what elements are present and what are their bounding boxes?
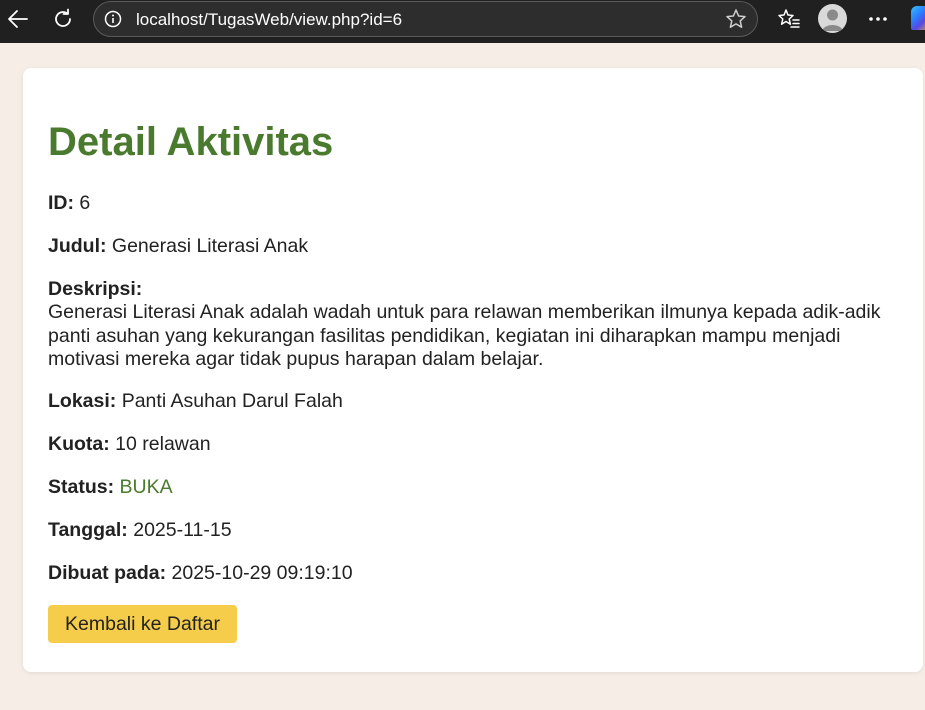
status-badge: BUKA xyxy=(119,476,173,498)
field-lokasi: Lokasi: Panti Asuhan Darul Falah xyxy=(48,390,888,413)
field-judul-label: Judul: xyxy=(48,235,107,257)
reload-icon[interactable] xyxy=(48,4,78,34)
more-icon[interactable] xyxy=(863,4,893,34)
page-title: Detail Aktivitas xyxy=(48,120,334,164)
field-dibuat-value: 2025-10-29 09:19:10 xyxy=(171,562,353,584)
field-kuota-label: Kuota: xyxy=(48,433,110,455)
field-status-label: Status: xyxy=(48,476,115,498)
field-id-value: 6 xyxy=(79,192,91,214)
field-tanggal: Tanggal: 2025-11-15 xyxy=(48,519,888,542)
field-lokasi-value: Panti Asuhan Darul Falah xyxy=(121,390,343,412)
detail-card: Detail Aktivitas ID: 6 Judul: Generasi L… xyxy=(23,68,923,672)
field-deskripsi-value: Generasi Literasi Anak adalah wadah untu… xyxy=(48,301,881,370)
info-icon[interactable] xyxy=(104,10,122,28)
field-deskripsi-label: Deskripsi: xyxy=(48,278,143,300)
field-deskripsi: Deskripsi: Generasi Literasi Anak adalah… xyxy=(48,278,888,372)
field-tanggal-value: 2025-11-15 xyxy=(133,519,232,541)
field-judul-value: Generasi Literasi Anak xyxy=(111,235,309,257)
field-kuota: Kuota: 10 relawan xyxy=(48,433,888,456)
field-dibuat: Dibuat pada: 2025-10-29 09:19:10 xyxy=(48,562,888,585)
field-kuota-value: 10 relawan xyxy=(115,433,211,455)
url-text[interactable]: localhost/TugasWeb/view.php?id=6 xyxy=(136,10,402,30)
field-status: Status: BUKA xyxy=(48,476,888,499)
field-lokasi-label: Lokasi: xyxy=(48,390,117,412)
field-id: ID: 6 xyxy=(48,192,888,215)
profile-avatar[interactable] xyxy=(818,4,847,33)
back-arrow-icon[interactable] xyxy=(3,4,33,34)
favorites-icon[interactable] xyxy=(774,4,804,34)
star-icon[interactable] xyxy=(725,8,747,35)
address-bar[interactable]: localhost/TugasWeb/view.php?id=6 xyxy=(93,1,758,37)
browser-toolbar: localhost/TugasWeb/view.php?id=6 xyxy=(0,0,925,43)
field-tanggal-label: Tanggal: xyxy=(48,519,128,541)
field-id-label: ID: xyxy=(48,192,74,214)
back-to-list-button[interactable]: Kembali ke Daftar xyxy=(48,605,237,643)
copilot-icon[interactable] xyxy=(911,6,925,30)
field-judul: Judul: Generasi Literasi Anak xyxy=(48,235,888,258)
field-dibuat-label: Dibuat pada: xyxy=(48,562,167,584)
